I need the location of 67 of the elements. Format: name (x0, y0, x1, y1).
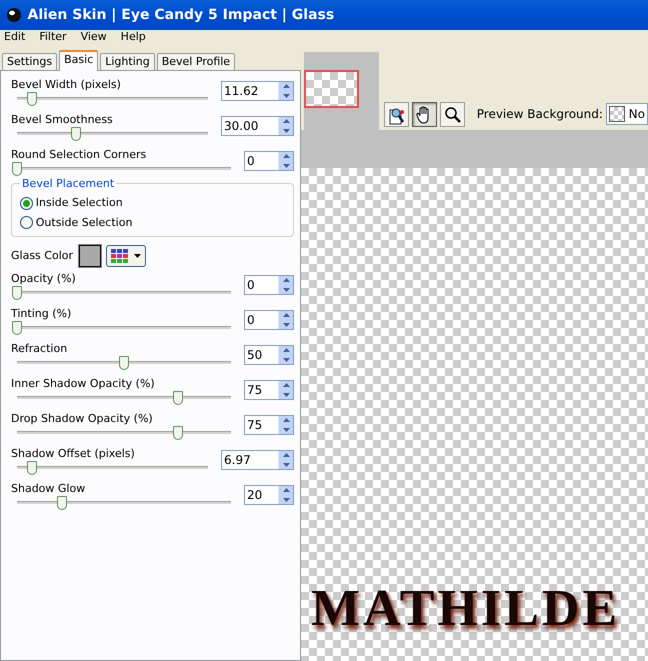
tab[interactable]: Bevel Profile (156, 53, 236, 70)
color-swatch[interactable] (78, 245, 100, 267)
caret-icon (134, 254, 140, 258)
number-field[interactable]: 75 (244, 415, 294, 435)
number-field[interactable]: 50 (244, 345, 294, 365)
spin-arrows-icon (282, 83, 290, 99)
number-field[interactable]: 11.62 (221, 81, 294, 101)
spin-arrows-icon (282, 118, 290, 134)
preview-region-frame[interactable] (304, 70, 359, 108)
slider-thumb[interactable] (12, 162, 22, 176)
slider-thumb[interactable] (119, 356, 129, 370)
spin-arrows-icon (282, 417, 290, 433)
color-picker-button[interactable] (106, 245, 146, 267)
number-field[interactable]: 20 (244, 485, 294, 505)
preview-background-dropdown[interactable]: No (606, 102, 648, 124)
spin-arrows-icon (282, 312, 290, 328)
color-grid-icon (111, 249, 128, 263)
number-field[interactable]: 30.00 (221, 116, 294, 136)
window-title: Alien Skin | Eye Candy 5 Impact | Glass (28, 6, 334, 24)
color-label: Glass Color (11, 248, 73, 264)
spin-arrows-icon (282, 277, 290, 293)
number-field[interactable]: 0 (244, 310, 294, 330)
slider-label: Drop Shadow Opacity (%) (11, 411, 154, 426)
slider-thumb[interactable] (172, 426, 182, 440)
tab[interactable]: Settings (2, 53, 58, 70)
slider-thumb[interactable] (71, 127, 82, 141)
slider-label: Opacity (%) (11, 271, 77, 286)
tool-button[interactable] (384, 102, 410, 128)
tab[interactable]: Lighting (100, 53, 155, 70)
slider-label: Bevel Width (pixels) (11, 77, 122, 92)
zoom-icon (442, 104, 462, 125)
number-field[interactable]: 0 (244, 275, 294, 295)
slider-label: Inner Shadow Opacity (%) (11, 376, 156, 391)
spin-arrows-icon (282, 153, 290, 169)
slider-thumb[interactable] (12, 321, 22, 335)
spin-arrows-icon (282, 382, 290, 398)
slider-label: Refraction (11, 341, 68, 356)
radio-option[interactable]: Inside Selection (20, 195, 285, 212)
tool-button[interactable] (440, 102, 465, 128)
slider-label: Round Selection Corners (11, 147, 148, 162)
menu-item[interactable]: Filter (39, 30, 67, 44)
tab[interactable]: Basic (59, 50, 98, 71)
slider-label: Shadow Glow (11, 481, 86, 496)
app-logo-icon (6, 7, 22, 23)
preview-background-label: Preview Background: (476, 106, 603, 122)
slider-thumb[interactable] (56, 496, 67, 510)
slider-thumb[interactable] (27, 461, 38, 475)
number-field[interactable]: 6.97 (221, 450, 294, 470)
spin-arrows-icon (282, 347, 290, 363)
slider-label: Tinting (%) (11, 306, 72, 321)
number-field[interactable]: 0 (244, 151, 294, 171)
slider-label: Bevel Smoothness (11, 112, 114, 127)
menu-item[interactable]: Edit (4, 30, 26, 44)
slider-label: Shadow Offset (pixels) (11, 446, 136, 461)
spin-arrows-icon (282, 452, 290, 468)
radio-option[interactable]: Outside Selection (20, 214, 285, 231)
slider-thumb[interactable] (172, 391, 182, 405)
menu-item[interactable]: Help (120, 30, 146, 44)
preview-text: MATHILDE (310, 583, 620, 639)
slider-thumb[interactable] (27, 92, 38, 106)
spin-arrows-icon (282, 487, 290, 503)
checker-swatch-icon (608, 106, 625, 122)
number-field[interactable]: 75 (244, 380, 294, 400)
tool-button[interactable] (412, 102, 437, 128)
navigator-thumbnail[interactable] (304, 52, 379, 130)
menu-item[interactable]: View (80, 30, 107, 44)
slider-thumb[interactable] (12, 286, 22, 300)
